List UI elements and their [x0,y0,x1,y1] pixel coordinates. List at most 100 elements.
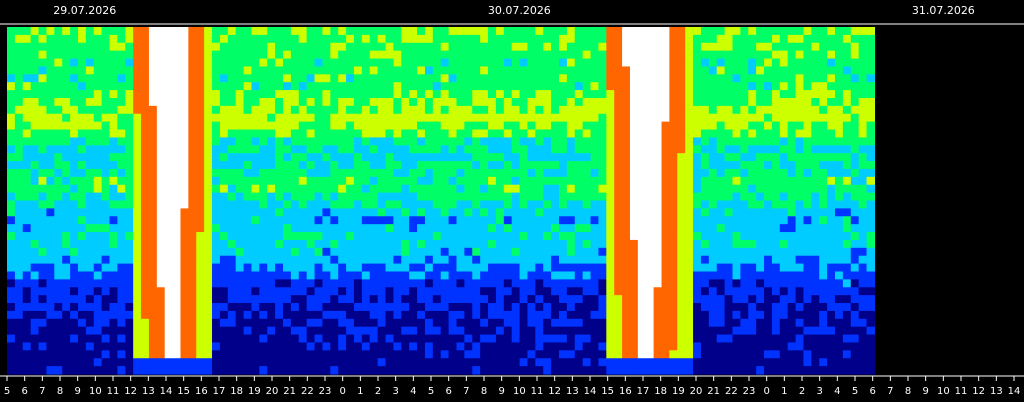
heatmap-cell [787,34,797,44]
heatmap-cell [235,263,245,273]
heatmap-cell [724,310,734,320]
heatmap-cell [819,287,828,296]
heatmap-cell [677,105,686,115]
heatmap-cell [385,342,395,351]
heatmap-cell [227,366,237,375]
heatmap-cell [235,58,245,68]
heatmap-cell [212,295,221,304]
heatmap-cell [369,326,379,336]
heatmap-cell [164,184,174,194]
heatmap-cell [22,168,32,178]
heatmap-cell [306,34,316,44]
heatmap-cell [93,295,103,304]
heatmap-cell [795,34,805,44]
heatmap-cell [756,74,765,83]
heatmap-cell [835,224,844,233]
heatmap-cell [590,113,600,123]
heatmap-cell [495,90,505,99]
heatmap-cell [219,350,229,359]
heatmap-cell [732,161,741,170]
heatmap-cell [204,129,213,139]
heatmap-cell [46,224,55,233]
heatmap-cell [858,208,868,217]
heatmap-cell [125,295,134,304]
heatmap-cell [842,97,852,107]
heatmap-cell [724,105,734,115]
heatmap-cell [858,50,868,60]
heatmap-cell [559,66,568,75]
heatmap-cell [764,200,773,209]
heatmap-cell [298,287,308,296]
heatmap-cell [7,176,16,186]
heatmap-cell [369,74,379,83]
heatmap-cell [637,310,647,320]
heatmap-cell [353,350,363,359]
heatmap-cell [338,137,347,146]
x-tick-label: 16 [195,386,208,397]
heatmap-cell [227,50,237,60]
heatmap-cell [614,176,623,186]
heatmap-cell [866,350,876,359]
x-tick-label: 16 [619,386,632,397]
heatmap-cell [606,366,615,375]
heatmap-cell [393,342,402,351]
heatmap-cell [724,121,734,131]
heatmap-cell [298,129,308,139]
heatmap-cell [117,334,126,344]
heatmap-cell [669,129,678,139]
heatmap-cell [30,303,40,312]
heatmap-cell [377,239,387,249]
heatmap-cell [740,97,749,107]
heatmap-cell [377,153,387,162]
heatmap-cell [700,287,710,296]
heatmap-cell [771,271,781,280]
heatmap-cell [811,255,820,265]
heatmap-cell [227,271,237,280]
heatmap-cell [235,184,245,194]
heatmap-cell [393,145,402,154]
heatmap-cell [716,295,726,304]
heatmap-cell [298,168,308,178]
heatmap-cell [290,232,300,241]
heatmap-cell [456,34,465,44]
heatmap-cell [716,232,726,241]
heatmap-cell [377,334,387,344]
heatmap-cell [708,208,718,217]
heatmap-cell [472,137,481,146]
heatmap-cell [172,287,182,296]
heatmap-cell [101,358,111,367]
heatmap-cell [811,263,820,273]
heatmap-cell [62,168,71,178]
heatmap-cell [377,271,387,280]
heatmap-cell [109,129,118,139]
heatmap-cell [464,263,473,273]
heatmap-cell [811,216,820,225]
heatmap-cell [480,263,489,273]
heatmap-cell [196,342,205,351]
heatmap-cell [346,247,355,257]
heatmap-cell [109,192,118,202]
heatmap-cell [614,232,623,241]
heatmap-cell [212,113,221,123]
heatmap-cell [779,161,789,170]
heatmap-cell [46,366,55,375]
heatmap-cell [204,50,213,60]
heatmap-cell [314,113,324,123]
heatmap-cell [267,137,276,146]
heatmap-cell [243,129,253,139]
heatmap-cell [290,295,300,304]
heatmap-cell [369,358,379,367]
heatmap-cell [480,239,489,249]
heatmap-cell [645,342,655,351]
heatmap-cell [432,342,442,351]
heatmap-cell [440,310,450,320]
heatmap-cell [748,303,757,312]
heatmap-cell [835,271,844,280]
heatmap-cell [109,66,118,75]
heatmap-cell [298,318,308,328]
heatmap-cell [283,137,292,146]
heatmap-cell [866,184,876,194]
heatmap-cell [93,342,103,351]
heatmap-cell [377,50,387,60]
heatmap-cell [251,326,260,336]
